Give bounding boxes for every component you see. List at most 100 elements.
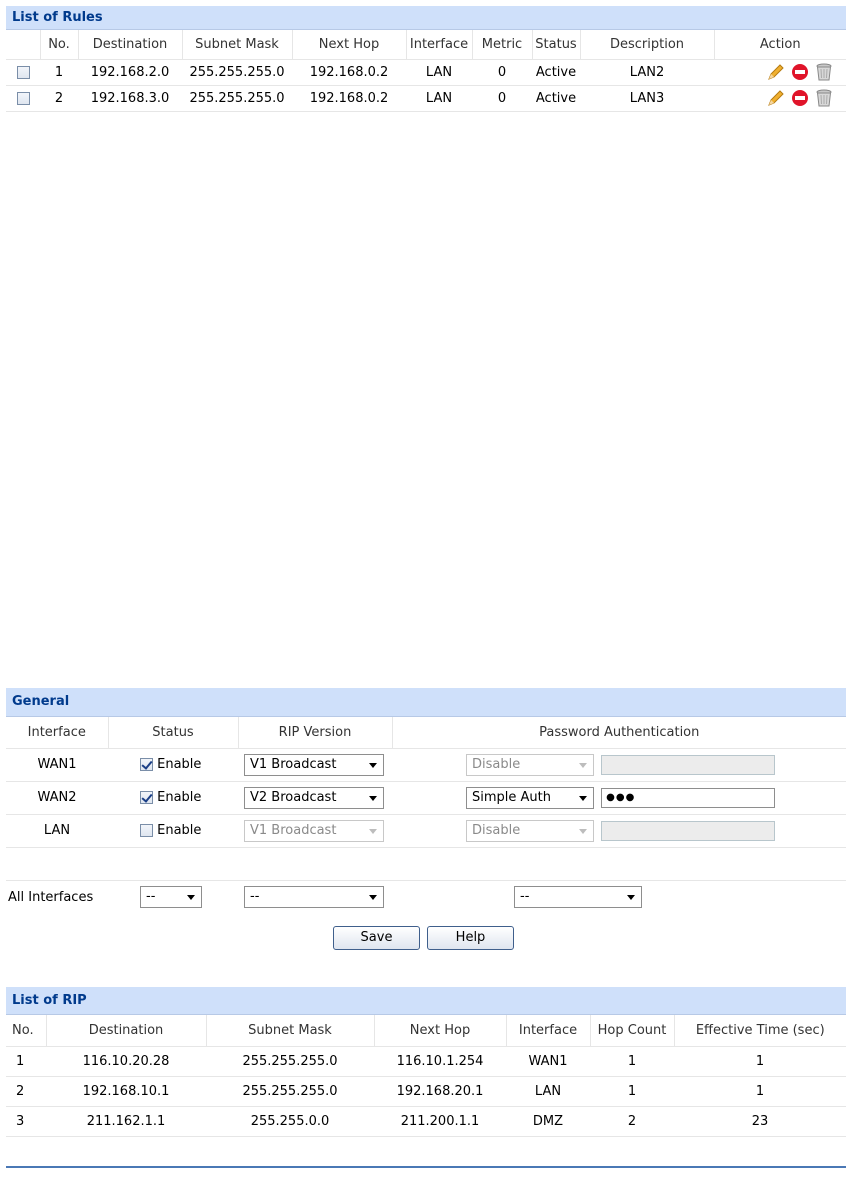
rules-header-no: No. xyxy=(40,30,79,60)
table-row: 2 192.168.3.0 255.255.255.0 192.168.0.2 … xyxy=(6,85,846,112)
auth-select[interactable]: Simple Auth xyxy=(466,786,594,809)
rule-status: Active xyxy=(532,85,580,112)
table-row: 1 192.168.2.0 255.255.255.0 192.168.0.2 … xyxy=(6,59,846,86)
general-panel: General Interface Status RIP Version Pas… xyxy=(6,688,846,914)
disable-icon[interactable] xyxy=(790,88,810,108)
rule-actions xyxy=(714,85,846,112)
rules-panel: List of Rules No. Destination Subnet Mas… xyxy=(6,6,846,112)
enable-label: Enable xyxy=(157,790,202,805)
interface-row-lan: LAN Enable V1 Broadcast Disable xyxy=(6,814,846,848)
chevron-down-icon xyxy=(369,895,377,901)
interface-name: WAN1 xyxy=(6,748,108,782)
save-button[interactable]: Save xyxy=(333,926,420,950)
general-header-password-auth: Password Authentication xyxy=(392,717,846,749)
password-field[interactable]: ●●● xyxy=(601,787,776,808)
rip-effective-time: 1 xyxy=(674,1076,846,1107)
rip-version-select[interactable]: V1 Broadcast xyxy=(244,753,384,776)
delete-trash-icon[interactable] xyxy=(814,88,834,108)
edit-pencil-icon[interactable] xyxy=(766,88,786,108)
rip-header-interface: Interface xyxy=(506,1015,591,1047)
password-field[interactable] xyxy=(601,754,776,775)
rule-no: 1 xyxy=(40,59,78,86)
rule-select-checkbox[interactable] xyxy=(16,65,30,79)
chevron-down-icon xyxy=(369,828,377,834)
rip-hop-count: 1 xyxy=(590,1076,674,1107)
rule-status: Active xyxy=(532,59,580,86)
rule-metric: 0 xyxy=(472,85,532,112)
rule-subnet-mask: 255.255.255.0 xyxy=(182,59,292,86)
help-button[interactable]: Help xyxy=(427,926,514,950)
general-panel-title: General xyxy=(6,688,846,717)
rip-hop-count: 1 xyxy=(590,1046,674,1077)
rule-interface: LAN xyxy=(406,59,472,86)
rule-description: LAN3 xyxy=(580,85,714,112)
all-status-select[interactable]: -- xyxy=(140,886,202,909)
rule-description: LAN2 xyxy=(580,59,714,86)
interface-row-wan2: WAN2 Enable V2 Broadcast Simple Auth ●●● xyxy=(6,781,846,815)
enable-checkbox[interactable] xyxy=(140,758,153,771)
rip-subnet-mask: 255.255.255.0 xyxy=(206,1046,374,1077)
rip-no: 1 xyxy=(6,1046,46,1077)
enable-checkbox[interactable] xyxy=(140,824,153,837)
auth-select[interactable]: Disable xyxy=(466,819,594,842)
chevron-down-icon xyxy=(369,795,377,801)
auth-value: Disable xyxy=(472,756,521,772)
rip-panel-title: List of RIP xyxy=(6,987,846,1015)
rules-header-status: Status xyxy=(532,30,581,60)
rip-interface: WAN1 xyxy=(506,1046,590,1077)
all-rip-version-value: -- xyxy=(250,889,260,905)
rip-version-value: V1 Broadcast xyxy=(250,756,337,772)
rip-version-select[interactable]: V2 Broadcast xyxy=(244,786,384,809)
rule-select-checkbox[interactable] xyxy=(16,91,30,105)
all-status-value: -- xyxy=(146,889,156,905)
rules-header-description: Description xyxy=(580,30,715,60)
rule-destination: 192.168.2.0 xyxy=(78,59,182,86)
rules-header-metric: Metric xyxy=(472,30,533,60)
rule-next-hop: 192.168.0.2 xyxy=(292,59,406,86)
edit-pencil-icon[interactable] xyxy=(766,62,786,82)
enable-label: Enable xyxy=(157,757,202,772)
auth-value: Disable xyxy=(472,822,521,838)
auth-select[interactable]: Disable xyxy=(466,753,594,776)
rules-table: No. Destination Subnet Mask Next Hop Int… xyxy=(6,30,846,112)
delete-trash-icon[interactable] xyxy=(814,62,834,82)
rules-header-next-hop: Next Hop xyxy=(292,30,407,60)
rules-header-action: Action xyxy=(714,30,846,60)
rip-header-row: No. Destination Subnet Mask Next Hop Int… xyxy=(6,1015,846,1047)
rip-header-subnet-mask: Subnet Mask xyxy=(206,1015,375,1047)
all-auth-select[interactable]: -- xyxy=(514,886,642,909)
chevron-down-icon xyxy=(579,762,587,768)
rule-metric: 0 xyxy=(472,59,532,86)
chevron-down-icon xyxy=(579,795,587,801)
rip-header-no: No. xyxy=(6,1015,47,1047)
rip-destination: 211.162.1.1 xyxy=(46,1106,206,1137)
spacer-row xyxy=(6,847,846,881)
rip-table: No. Destination Subnet Mask Next Hop Int… xyxy=(6,1015,846,1137)
rip-interface: DMZ xyxy=(506,1106,590,1137)
rip-no: 2 xyxy=(6,1076,46,1107)
interface-name: WAN2 xyxy=(6,781,108,815)
chevron-down-icon xyxy=(579,828,587,834)
rip-next-hop: 116.10.1.254 xyxy=(374,1046,506,1077)
auth-value: Simple Auth xyxy=(472,789,551,805)
all-interfaces-label: All Interfaces xyxy=(8,889,94,905)
general-header-rip-version: RIP Version xyxy=(238,717,393,749)
password-field[interactable] xyxy=(601,820,776,841)
enable-label: Enable xyxy=(157,823,202,838)
rule-subnet-mask: 255.255.255.0 xyxy=(182,85,292,112)
table-row: 1 116.10.20.28 255.255.255.0 116.10.1.25… xyxy=(6,1046,846,1077)
enable-checkbox[interactable] xyxy=(140,791,153,804)
general-header-interface: Interface xyxy=(6,717,109,749)
rip-version-select[interactable]: V1 Broadcast xyxy=(244,819,384,842)
interface-name: LAN xyxy=(6,814,108,848)
rip-effective-time: 23 xyxy=(674,1106,846,1137)
chevron-down-icon xyxy=(627,895,635,901)
rules-header-select xyxy=(6,30,41,60)
rules-header-destination: Destination xyxy=(78,30,183,60)
rip-header-hop-count: Hop Count xyxy=(590,1015,675,1047)
rip-version-value: V1 Broadcast xyxy=(250,822,337,838)
table-row: 3 211.162.1.1 255.255.0.0 211.200.1.1 DM… xyxy=(6,1106,846,1137)
disable-icon[interactable] xyxy=(790,62,810,82)
chevron-down-icon xyxy=(369,762,377,768)
all-rip-version-select[interactable]: -- xyxy=(244,886,384,909)
